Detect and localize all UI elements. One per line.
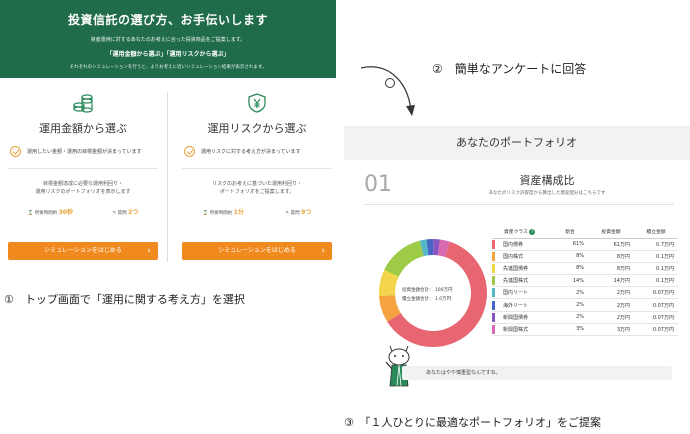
ratio-cell: 14% xyxy=(552,274,588,288)
color-swatch xyxy=(492,262,500,276)
color-swatch xyxy=(492,274,500,288)
header-reserve: 積立金額 xyxy=(634,226,678,239)
color-swatch xyxy=(492,298,500,312)
allocation-donut: 投資金額合計： 100万円 積立金額合計： 1.0万円 xyxy=(374,234,492,352)
amount-column: 運用金額から選ぶ 運用したい金額・運用の目標金額が決まっています 目標金額達成に… xyxy=(8,92,158,262)
header-ratio: 割合 xyxy=(552,226,588,239)
reserve-cell: 0.7万円 xyxy=(634,238,678,251)
invest-cell: 8万円 xyxy=(588,262,634,276)
allocation-table: 資産クラス ? 割合 投資金額 積立金額 国内債券 61% 61万円 0.7万円 国内株… xyxy=(492,226,678,337)
header-invest: 投資金額 xyxy=(588,226,634,239)
reserve-cell: 0.07万円 xyxy=(634,323,678,337)
reserve-cell: 0.07万円 xyxy=(634,298,678,312)
banner-tabs: 「運用金額から選ぶ」「運用リスクから選ぶ」 xyxy=(106,51,230,58)
asset-name: 新興国株式 xyxy=(500,323,552,337)
separator xyxy=(364,204,674,205)
portfolio-panel: あなたのポートフォリオ 01 資産構成比 あなたのリスク許容度から算出した資産配… xyxy=(344,126,690,396)
mascot-speech-bubble: あなたはやや慎重型なんですね。 xyxy=(402,366,672,380)
separator xyxy=(8,168,158,169)
asset-name: 国内株式 xyxy=(500,250,552,263)
step3-caption: ③ 「１人ひとりに最適なポートフォリオ」をご提案 xyxy=(344,416,602,429)
header-asset-class: 資産クラス ? xyxy=(500,226,552,239)
table-row: 海外リート 2% 2万円 0.07万円 xyxy=(492,298,678,312)
coins-icon xyxy=(73,94,93,113)
color-swatch xyxy=(492,238,500,251)
check-circle-icon xyxy=(184,146,195,157)
ratio-cell: 8% xyxy=(552,250,588,263)
asset-name: 新興国債券 xyxy=(500,311,552,324)
reserve-cell: 0.07万円 xyxy=(634,286,678,300)
risk-heading: 運用リスクから選ぶ xyxy=(207,122,307,135)
table-row: 新興国債券 2% 2万円 0.07万円 xyxy=(492,311,678,324)
banner-note: それぞれのシミュレーションを行うと、よりお考えに近いシミュレーション結果が表示さ… xyxy=(69,65,267,70)
column-divider xyxy=(167,92,168,262)
separator xyxy=(182,168,332,169)
hero-banner: 投資信託の選び方、お手伝いします 資産運用に対するあなたのお考えに合った投資商品… xyxy=(0,0,336,78)
risk-check-item: 運用リスクに対する考え方が決まっています xyxy=(184,146,330,157)
section-title: 資産構成比 xyxy=(519,174,575,187)
time-info: ⌛ 所要時間約 30秒 xyxy=(27,209,74,216)
ratio-cell: 61% xyxy=(552,238,588,251)
time-info: ⌛ 所要時間約 1分 xyxy=(202,209,244,216)
invest-cell: 14万円 xyxy=(588,274,634,288)
table-row: 先進国債券 8% 8万円 0.1万円 xyxy=(492,262,678,276)
ratio-cell: 2% xyxy=(552,298,588,312)
table-row: 新興国株式 3% 3万円 0.07万円 xyxy=(492,323,678,337)
asset-name: 海外リート xyxy=(500,298,552,312)
banner-title: 投資信託の選び方、お手伝いします xyxy=(67,13,268,27)
curved-arrow-icon xyxy=(360,66,415,116)
color-swatch xyxy=(492,323,500,337)
amount-heading: 運用金額から選ぶ xyxy=(39,122,127,135)
ratio-cell: 8% xyxy=(552,262,588,276)
color-swatch xyxy=(492,286,500,300)
questions-info: ✎ 質問 9つ xyxy=(285,209,312,216)
table-row: 先進国株式 14% 14万円 0.1万円 xyxy=(492,274,678,288)
amount-description: 目標金額達成に必要な運用利回り・ 運用リスクのポートフォリオを表示します xyxy=(35,181,131,195)
section-subtitle: あなたのリスク許容度から算出した資産配分はこちらです xyxy=(488,191,606,196)
invest-cell: 2万円 xyxy=(588,311,634,324)
amount-check-item: 運用したい金額・運用の目標金額が決まっています xyxy=(10,146,156,157)
ratio-cell: 3% xyxy=(552,323,588,337)
yen-shield-icon xyxy=(248,93,266,113)
invest-cell: 61万円 xyxy=(588,238,634,251)
reserve-cell: 0.1万円 xyxy=(634,262,678,276)
reserve-cell: 0.1万円 xyxy=(634,250,678,263)
ratio-cell: 2% xyxy=(552,286,588,300)
asset-name: 国内債券 xyxy=(500,238,552,251)
asset-name: 先進国債券 xyxy=(500,262,552,276)
portfolio-header: あなたのポートフォリオ xyxy=(344,126,690,160)
invest-cell: 2万円 xyxy=(588,298,634,312)
reserve-cell: 0.1万円 xyxy=(634,274,678,288)
amount-meta: ⌛ 所要時間約 30秒 ✎ 質問 2つ xyxy=(8,207,158,216)
invest-cell: 2万円 xyxy=(588,286,634,300)
start-amount-simulation-button[interactable]: シミュレーションをはじめる xyxy=(8,242,158,260)
start-risk-simulation-button[interactable]: シミュレーションをはじめる xyxy=(182,242,332,260)
color-swatch xyxy=(492,250,500,263)
donut-center-labels: 投資金額合計： 100万円 積立金額合計： 1.0万円 xyxy=(402,288,453,302)
color-swatch xyxy=(492,311,500,324)
banner-subtitle: 資産運用に対するあなたのお考えに合った投資商品をご提案します。 xyxy=(90,37,246,43)
table-row: 国内債券 61% 61万円 0.7万円 xyxy=(492,238,678,251)
donut-slice-3 xyxy=(384,240,424,277)
table-row: 国内株式 8% 8万円 0.1万円 xyxy=(492,250,678,263)
reserve-cell: 0.07万円 xyxy=(634,311,678,324)
questions-info: ✎ 質問 2つ xyxy=(112,209,139,216)
info-icon[interactable]: ? xyxy=(529,228,536,235)
check-circle-icon xyxy=(10,146,21,157)
risk-meta: ⌛ 所要時間約 1分 ✎ 質問 9つ xyxy=(182,207,332,216)
invest-cell: 8万円 xyxy=(588,250,634,263)
risk-column: 運用リスクから選ぶ 運用リスクに対する考え方が決まっています リスクのお考えに基… xyxy=(182,92,332,262)
risk-description: リスクのお考えに基づいた運用利回り・ ポートフォリオをご提案します。 xyxy=(211,181,302,195)
step2-caption: ② 簡単なアンケートに回答 xyxy=(432,62,587,76)
ratio-cell: 2% xyxy=(552,311,588,324)
asset-name: 国内リート xyxy=(500,286,552,300)
table-row: 国内リート 2% 2万円 0.07万円 xyxy=(492,286,678,300)
asset-name: 先進国株式 xyxy=(500,274,552,288)
top-screen-panel: 投資信託の選び方、お手伝いします 資産運用に対するあなたのお考えに合った投資商品… xyxy=(0,0,336,280)
step1-caption: ① トップ画面で「運用に関する考え方」を選択 xyxy=(4,293,245,306)
invest-cell: 3万円 xyxy=(588,323,634,337)
